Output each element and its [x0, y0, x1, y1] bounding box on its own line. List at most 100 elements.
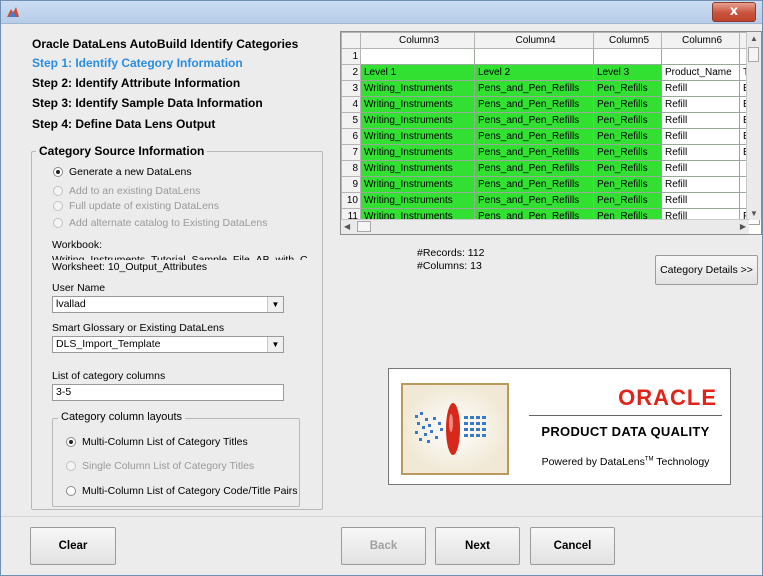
workbook-label: Workbook: — [52, 239, 102, 251]
clear-button[interactable]: Clear — [30, 527, 116, 565]
grid-cell[interactable]: Writing_Instruments — [360, 160, 475, 177]
scroll-right-icon[interactable]: ▶ — [740, 222, 746, 231]
grid-cell[interactable]: Pen_Refills — [593, 128, 662, 145]
row-number: 6 — [341, 128, 361, 145]
column-header[interactable]: Column3 — [360, 32, 475, 49]
grid-cell[interactable] — [593, 48, 662, 65]
grid-cell[interactable]: Pen_Refills — [593, 112, 662, 129]
radio-icon — [66, 486, 76, 496]
back-button[interactable]: Back — [341, 527, 426, 565]
cancel-button[interactable]: Cancel — [530, 527, 615, 565]
grid-cell[interactable]: Pens_and_Pen_Refills — [474, 96, 594, 113]
scroll-thumb[interactable] — [357, 221, 371, 232]
grid-corner-cell — [341, 32, 361, 49]
grid-cell[interactable]: Refill — [661, 192, 740, 209]
radio-add-existing[interactable]: Add to an existing DataLens — [53, 185, 200, 197]
grid-cell[interactable]: Writing_Instruments — [360, 176, 475, 193]
grid-cell[interactable]: Writing_Instruments — [360, 112, 475, 129]
scroll-left-icon[interactable]: ◀ — [344, 222, 350, 231]
column-header[interactable]: Column4 — [474, 32, 594, 49]
radio-add-alternate[interactable]: Add alternate catalog to Existing DataLe… — [53, 217, 267, 229]
grid-cell[interactable] — [661, 48, 740, 65]
grid-cell[interactable]: Refill — [661, 144, 740, 161]
chevron-down-icon[interactable]: ▼ — [267, 337, 283, 352]
grid-table: Column3 Column4 Column5 Column6 1 2 Level … — [341, 32, 760, 225]
scroll-down-icon[interactable]: ▼ — [750, 209, 758, 218]
powered-by-text: Powered by DataLensTM Technology — [529, 456, 722, 468]
grid-cell[interactable]: Refill — [661, 80, 740, 97]
table-row[interactable]: 8 Writing_Instruments Pens_and_Pen_Refills… — [341, 160, 760, 177]
table-row[interactable]: 9 Writing_Instruments Pens_and_Pen_Refills… — [341, 176, 760, 193]
row-number: 10 — [341, 192, 361, 209]
grid-cell[interactable]: Pen_Refills — [593, 192, 662, 209]
radio-selected-icon — [53, 167, 63, 177]
grid-cell[interactable]: Writing_Instruments — [360, 192, 475, 209]
radio-single-column-titles[interactable]: Single Column List of Category Titles — [66, 460, 254, 472]
grid-cell[interactable]: Product_Name — [661, 64, 740, 81]
grid-cell[interactable]: Writing_Instruments — [360, 144, 475, 161]
grid-cell[interactable]: Refill — [661, 176, 740, 193]
close-button[interactable]: x — [712, 2, 756, 22]
grid-cell[interactable]: Pen_Refills — [593, 176, 662, 193]
grid-cell[interactable]: Pens_and_Pen_Refills — [474, 112, 594, 129]
radio-label: Generate a new DataLens — [69, 166, 192, 178]
table-row[interactable]: 5 Writing_Instruments Pens_and_Pen_Refills… — [341, 112, 760, 129]
table-row[interactable]: 4 Writing_Instruments Pens_and_Pen_Refills… — [341, 96, 760, 113]
grid-cell[interactable]: Writing_Instruments — [360, 128, 475, 145]
radio-selected-icon — [66, 437, 76, 447]
radio-code-title-pairs[interactable]: Multi-Column List of Category Code/Title… — [66, 485, 298, 497]
data-grid[interactable]: Column3 Column4 Column5 Column6 1 2 Level … — [340, 31, 762, 235]
grid-cell[interactable]: Pens_and_Pen_Refills — [474, 144, 594, 161]
radio-label: Add alternate catalog to Existing DataLe… — [69, 217, 268, 229]
row-number: 3 — [341, 80, 361, 97]
grid-cell[interactable]: Refill — [661, 112, 740, 129]
grid-cell[interactable]: Writing_Instruments — [360, 96, 475, 113]
radio-icon — [66, 461, 76, 471]
vertical-scrollbar[interactable]: ▲ ▼ — [746, 32, 761, 220]
table-row[interactable]: 2Level 1Level 2Level 3Product_NameT — [341, 64, 760, 81]
radio-full-update[interactable]: Full update of existing DataLens — [53, 200, 219, 212]
grid-cell[interactable]: Refill — [661, 160, 740, 177]
grid-cell[interactable]: Pens_and_Pen_Refills — [474, 80, 594, 97]
chevron-down-icon[interactable]: ▼ — [267, 297, 283, 312]
grid-cell[interactable]: Pens_and_Pen_Refills — [474, 176, 594, 193]
category-details-button[interactable]: Category Details >> — [655, 255, 758, 285]
row-number: 5 — [341, 112, 361, 129]
grid-cell[interactable] — [360, 48, 475, 65]
scroll-thumb[interactable] — [748, 47, 759, 62]
row-number: 4 — [341, 96, 361, 113]
grid-cell[interactable]: Writing_Instruments — [360, 80, 475, 97]
technology-label: Technology — [656, 456, 710, 468]
step-1-active: Step 1: Identify Category Information — [32, 56, 243, 70]
column-header[interactable]: Column6 — [661, 32, 740, 49]
grid-cell[interactable]: Pens_and_Pen_Refills — [474, 128, 594, 145]
table-row[interactable]: 1 — [341, 48, 760, 65]
grid-cell[interactable]: Level 2 — [474, 64, 594, 81]
grid-cell[interactable]: Refill — [661, 128, 740, 145]
grid-cell[interactable] — [474, 48, 594, 65]
grid-cell[interactable]: Pen_Refills — [593, 96, 662, 113]
scroll-up-icon[interactable]: ▲ — [750, 34, 758, 43]
grid-cell[interactable]: Pen_Refills — [593, 160, 662, 177]
grid-cell[interactable]: Refill — [661, 96, 740, 113]
radio-generate-new[interactable]: Generate a new DataLens — [53, 166, 192, 178]
horizontal-scrollbar[interactable]: ◀ ▶ — [341, 219, 749, 234]
grid-cell[interactable]: Level 3 — [593, 64, 662, 81]
grid-cell[interactable]: Pen_Refills — [593, 80, 662, 97]
step-4: Step 4: Define Data Lens Output — [32, 117, 216, 131]
user-name-select[interactable]: lvallad ▼ — [52, 296, 284, 313]
radio-multi-column-titles[interactable]: Multi-Column List of Category Titles — [66, 436, 248, 448]
table-row[interactable]: 6 Writing_Instruments Pens_and_Pen_Refills… — [341, 128, 760, 145]
table-row[interactable]: 7 Writing_Instruments Pens_and_Pen_Refills… — [341, 144, 760, 161]
grid-cell[interactable]: Pens_and_Pen_Refills — [474, 160, 594, 177]
table-row[interactable]: 3 Writing_Instruments Pens_and_Pen_Refills… — [341, 80, 760, 97]
glossary-select[interactable]: DLS_Import_Template ▼ — [52, 336, 284, 353]
table-row[interactable]: 10 Writing_Instruments Pens_and_Pen_Refill… — [341, 192, 760, 209]
grid-cell[interactable]: Pen_Refills — [593, 144, 662, 161]
grid-cell[interactable]: Pens_and_Pen_Refills — [474, 192, 594, 209]
grid-cell[interactable]: Level 1 — [360, 64, 475, 81]
columns-count: #Columns: 13 — [417, 260, 482, 272]
next-button[interactable]: Next — [435, 527, 520, 565]
column-header[interactable]: Column5 — [593, 32, 662, 49]
category-columns-input[interactable]: 3-5 — [52, 384, 284, 401]
